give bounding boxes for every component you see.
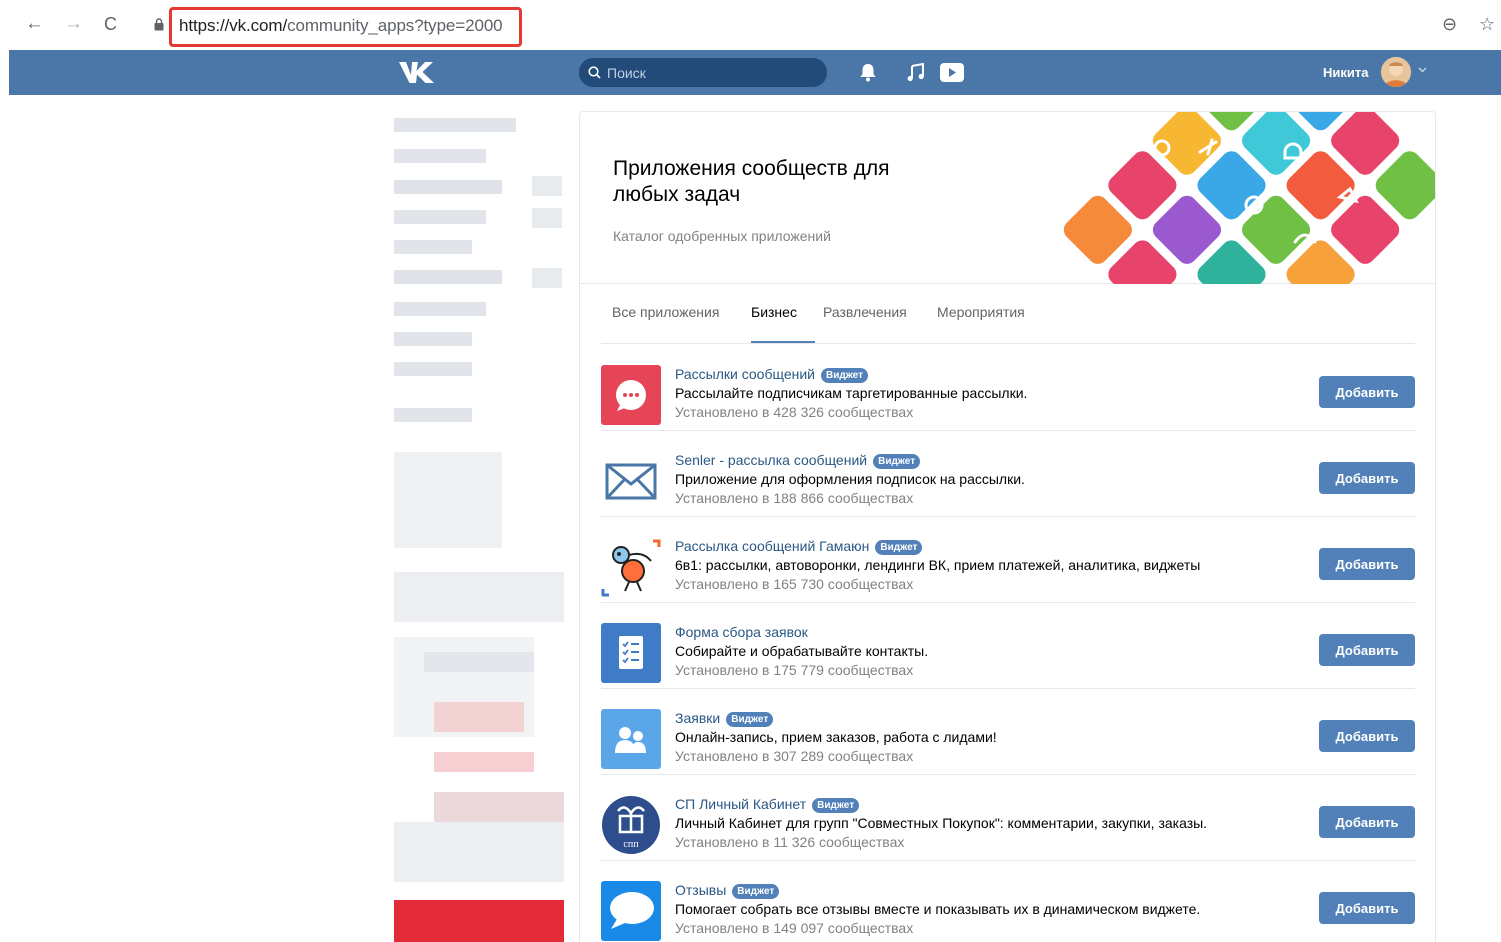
url-path: community_apps?type=2000	[287, 16, 503, 35]
spp-label: спп	[623, 839, 639, 850]
bell-icon[interactable]	[859, 63, 877, 82]
app-title[interactable]: Заявки Виджет	[675, 710, 774, 727]
widget-badge: Виджет	[732, 884, 780, 899]
app-install-count: Установлено в 11 326 сообществах	[675, 834, 905, 850]
zoom-icon[interactable]: ⊖	[1442, 14, 1457, 35]
gift-box-icon[interactable]: спп	[601, 795, 661, 855]
tab-business[interactable]: Бизнес	[751, 304, 797, 320]
app-title[interactable]: Рассылки сообщений Виджет	[675, 366, 869, 383]
app-title[interactable]: Отзывы Виджет	[675, 882, 780, 899]
bird-icon[interactable]	[601, 537, 661, 597]
vk-header: Никита	[9, 50, 1501, 95]
app-row: Заявки Виджет Онлайн-запись, прием заказов…	[601, 689, 1415, 775]
app-title[interactable]: Форма сбора заявок	[675, 624, 808, 640]
add-app-button[interactable]: Добавить	[1319, 892, 1415, 924]
app-install-count: Установлено в 165 730 сообществах	[675, 576, 914, 592]
tab-events[interactable]: Мероприятия	[937, 304, 1025, 320]
category-tabs: Все приложения Бизнес Развлечения Меропр…	[601, 284, 1415, 344]
active-tab-indicator	[751, 341, 815, 343]
app-install-count: Установлено в 188 866 сообществах	[675, 490, 914, 506]
add-app-button[interactable]: Добавить	[1319, 634, 1415, 666]
tab-all-apps[interactable]: Все приложения	[612, 304, 719, 320]
app-row: Отзывы Виджет Помогает собрать все отзывы …	[601, 861, 1415, 942]
back-button[interactable]: ←	[25, 14, 44, 34]
form-checklist-icon[interactable]	[601, 623, 661, 683]
apps-catalog-card: Приложения сообществ для любых задач Кат…	[579, 111, 1436, 942]
add-app-button[interactable]: Добавить	[1319, 376, 1415, 408]
url-host: https://vk.com/	[179, 16, 288, 35]
app-title[interactable]: Senler - рассылка сообщений Виджет	[675, 452, 921, 469]
app-install-count: Установлено в 307 289 сообществах	[675, 748, 914, 764]
add-app-button[interactable]: Добавить	[1319, 462, 1415, 494]
app-row: Рассылка сообщений Гамаюн Виджет 6в1: расс…	[601, 517, 1415, 603]
widget-badge: Виджет	[873, 454, 921, 469]
widget-badge: Виджет	[875, 540, 923, 555]
app-install-count: Установлено в 149 097 сообществах	[675, 920, 914, 936]
app-description: Онлайн-запись, прием заказов, работа с л…	[675, 729, 997, 745]
envelope-icon[interactable]	[601, 451, 661, 511]
search-input[interactable]	[607, 58, 817, 87]
app-title[interactable]: Рассылка сообщений Гамаюн Виджет	[675, 538, 923, 555]
catalog-hero: Приложения сообществ для любых задач Кат…	[580, 112, 1435, 284]
search-icon	[588, 66, 601, 79]
speech-bubble-icon[interactable]	[601, 881, 661, 941]
app-row: спп СП Личный Кабинет Виджет Личный Кабинет…	[601, 775, 1415, 861]
user-name[interactable]: Никита	[1323, 65, 1368, 80]
play-icon[interactable]	[939, 62, 965, 83]
left-menu-blurred	[394, 112, 564, 942]
app-row: Рассылки сообщений Виджет Рассылайте подпи…	[601, 345, 1415, 431]
widget-badge: Виджет	[821, 368, 869, 383]
app-description: 6в1: рассылки, автоворонки, лендинги ВК,…	[675, 557, 1201, 573]
page-title: Приложения сообществ для любых задач	[613, 157, 890, 206]
add-app-button[interactable]: Добавить	[1319, 720, 1415, 752]
app-description: Приложение для оформления подписок на ра…	[675, 471, 1025, 487]
add-app-button[interactable]: Добавить	[1319, 548, 1415, 580]
app-description: Рассылайте подписчикам таргетированные р…	[675, 385, 1028, 401]
reload-button[interactable]: C	[104, 14, 117, 34]
search-box[interactable]	[579, 58, 827, 87]
users-icon[interactable]	[601, 709, 661, 769]
app-row: Форма сбора заявок Собирайте и обрабатыва…	[601, 603, 1415, 689]
tab-entertainment[interactable]: Развлечения	[823, 304, 907, 320]
avatar[interactable]	[1381, 57, 1411, 87]
widget-badge: Виджет	[726, 712, 774, 727]
app-description: Личный Кабинет для групп "Совместных Пок…	[675, 815, 1208, 831]
forward-button[interactable]: →	[64, 14, 83, 34]
lock-icon	[154, 18, 164, 31]
music-note-icon[interactable]	[907, 63, 925, 82]
app-row: Senler - рассылка сообщений Виджет Приложе…	[601, 431, 1415, 517]
app-install-count: Установлено в 428 326 сообществах	[675, 404, 914, 420]
hero-tiles-illustration-icon	[1063, 112, 1435, 284]
app-title[interactable]: СП Личный Кабинет Виджет	[675, 796, 860, 813]
page-subtitle: Каталог одобренных приложений	[613, 228, 831, 244]
widget-badge: Виджет	[812, 798, 860, 813]
bookmark-star-icon[interactable]: ☆	[1479, 14, 1495, 35]
add-app-button[interactable]: Добавить	[1319, 806, 1415, 838]
browser-toolbar: ← → C https://vk.com/community_apps?type…	[0, 0, 1501, 50]
chevron-down-icon[interactable]	[1418, 67, 1427, 73]
user-photo-icon	[1381, 57, 1411, 87]
address-bar[interactable]: https://vk.com/community_apps?type=2000	[179, 16, 503, 36]
chat-bubble-icon[interactable]	[601, 365, 661, 425]
vk-logo-icon[interactable]	[399, 60, 437, 84]
app-install-count: Установлено в 175 779 сообществах	[675, 662, 914, 678]
app-description: Собирайте и обрабатывайте контакты.	[675, 643, 929, 659]
app-description: Помогает собрать все отзывы вместе и пок…	[675, 901, 1201, 917]
